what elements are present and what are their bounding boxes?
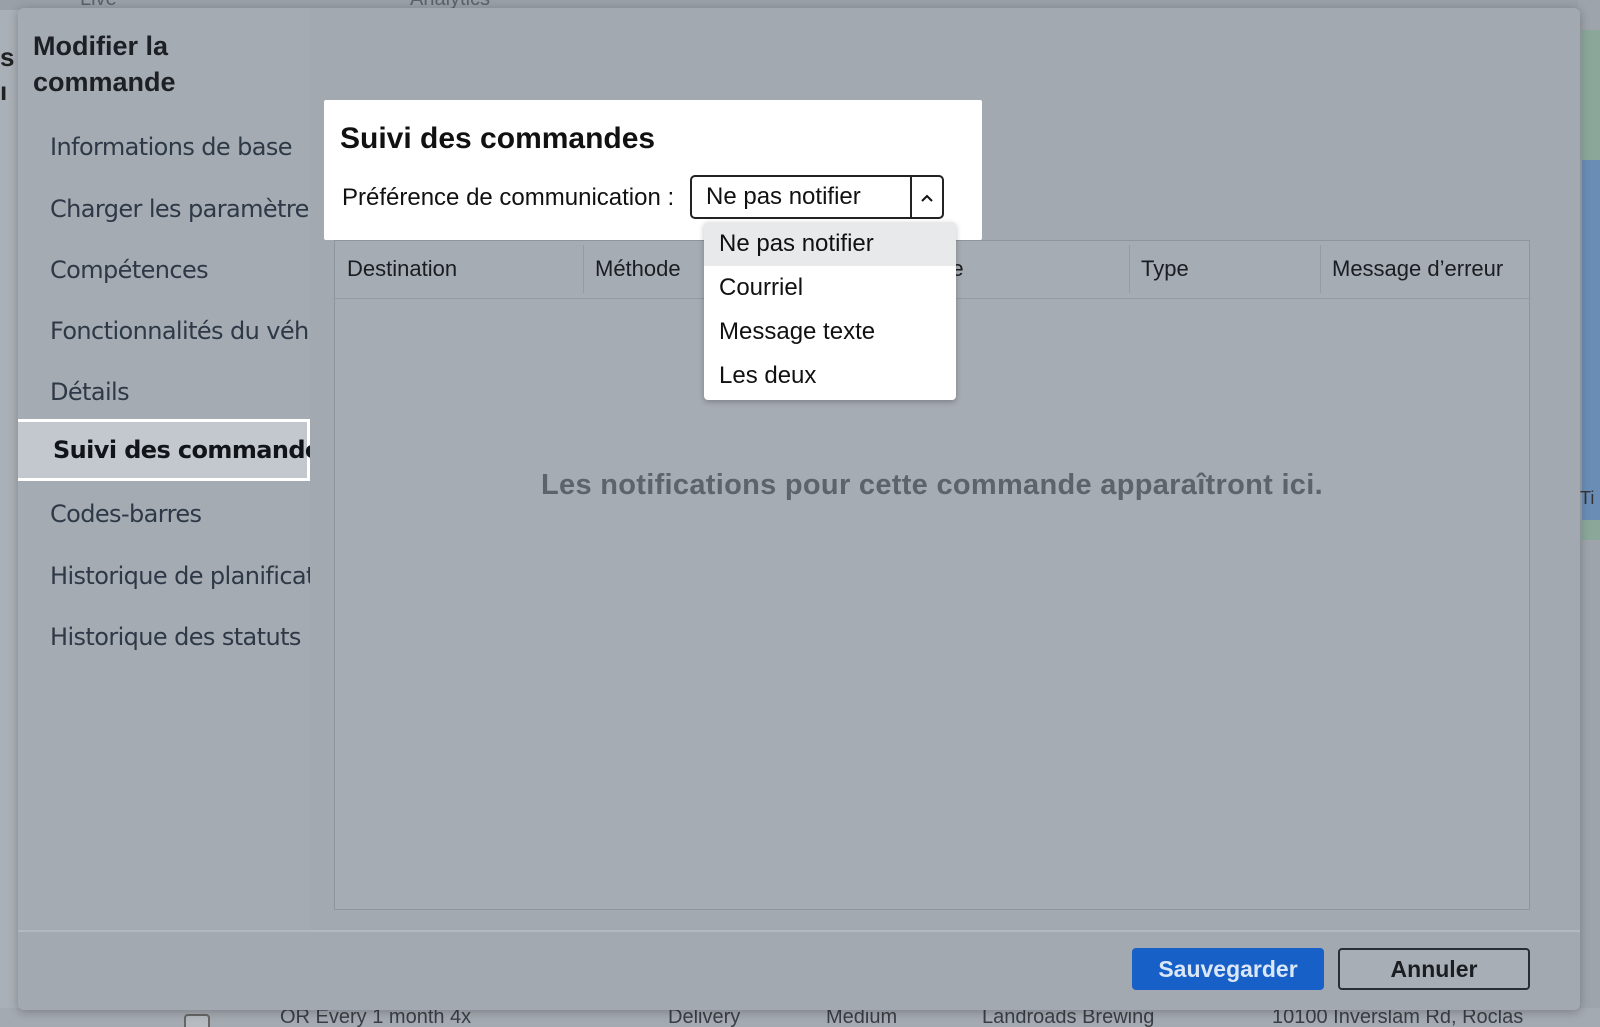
sidebar-item-planning-history[interactable]: Historique de planification xyxy=(18,545,350,607)
communication-preference-label: Préférence de communication : xyxy=(342,184,675,211)
cancel-button[interactable]: Annuler xyxy=(1338,948,1530,990)
sidebar-item-vehicle-features[interactable]: Fonctionnalités du véhicule xyxy=(18,300,363,362)
sidebar-item-details[interactable]: Détails xyxy=(18,361,310,423)
column-error-message[interactable]: Message d’erreur xyxy=(1320,241,1503,299)
screen: Live Analytics s ı Ti OR Every 1 month 4… xyxy=(0,0,1600,1027)
option-both[interactable]: Les deux xyxy=(704,354,956,398)
sidebar-item-barcodes[interactable]: Codes-barres xyxy=(18,483,310,545)
section-title: Suivi des commandes xyxy=(340,122,656,155)
column-destination[interactable]: Destination xyxy=(335,241,457,299)
sidebar-item-basic-info[interactable]: Informations de base xyxy=(18,116,310,178)
save-button[interactable]: Sauvegarder xyxy=(1132,948,1324,990)
modal-title: Modifier la commande xyxy=(33,31,176,97)
column-method[interactable]: Méthode xyxy=(583,241,681,299)
empty-state-message: Les notifications pour cette commande ap… xyxy=(541,469,1323,501)
sidebar-item-order-tracking[interactable]: Suivi des commandes xyxy=(18,419,335,481)
bg-row-checkbox xyxy=(184,1014,210,1027)
bg-table-row: OR Every 1 month 4x Delivery Medium Land… xyxy=(0,1006,1600,1027)
option-do-not-notify[interactable]: Ne pas notifier xyxy=(704,222,956,266)
bg-left-text: s ı xyxy=(0,42,15,106)
option-text-message[interactable]: Message texte xyxy=(704,310,956,354)
chevron-up-icon[interactable] xyxy=(910,177,942,217)
modal-content: Destination Méthode ate Type Message d’e… xyxy=(310,8,1580,938)
option-email[interactable]: Courriel xyxy=(704,266,956,310)
order-tracking-card: Suivi des commandes Préférence de commun… xyxy=(324,100,982,240)
modal-sidebar: Modifier la commande Informations de bas… xyxy=(18,8,363,938)
sidebar-item-load-settings[interactable]: Charger les paramètres xyxy=(18,178,321,240)
column-type[interactable]: Type xyxy=(1129,241,1189,299)
communication-preference-options: Ne pas notifier Courriel Message texte L… xyxy=(704,222,956,400)
bg-map-water xyxy=(1582,160,1600,520)
communication-preference-select[interactable]: Ne pas notifier xyxy=(690,175,944,219)
sidebar-item-skills[interactable]: Compétences xyxy=(18,239,310,301)
bg-right-text: Ti xyxy=(1580,488,1595,508)
edit-order-modal: Modifier la commande Informations de bas… xyxy=(18,8,1580,1010)
modal-footer: Sauvegarder Annuler xyxy=(18,930,1580,1010)
sidebar-item-status-history[interactable]: Historique des statuts xyxy=(18,606,310,668)
select-value: Ne pas notifier xyxy=(706,183,861,210)
